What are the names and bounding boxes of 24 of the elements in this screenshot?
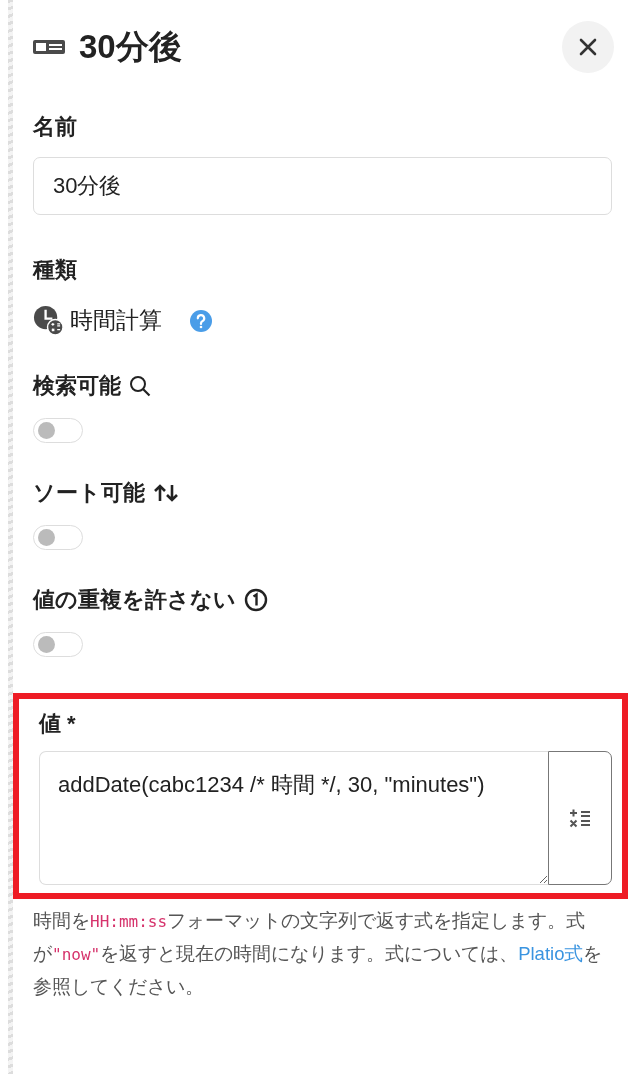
sort-arrows-icon (153, 483, 179, 503)
toggle-switch[interactable] (33, 632, 83, 657)
toggle-switch[interactable] (33, 525, 83, 550)
formula-button[interactable] (548, 751, 612, 885)
help-icon[interactable] (190, 309, 212, 332)
clock-calculator-icon (33, 305, 64, 336)
calculator-icon (569, 808, 591, 828)
field-label: ソート可能 (33, 479, 145, 507)
type-value: 時間計算 (70, 306, 162, 335)
field-label: 値の重複を許さない (33, 586, 236, 614)
search-icon (129, 375, 151, 397)
field-label: 検索可能 (33, 372, 121, 400)
close-button[interactable] (562, 21, 614, 73)
help-text: 時間をHH:mm:ssフォーマットの文字列で返す式を指定します。式が"now"を返すと現在の時間になります。式については、Platio式を参照してください。 (33, 909, 604, 999)
numbered-circle-icon (244, 588, 268, 612)
id-card-icon (33, 40, 65, 54)
panel-title: 30分後 (79, 26, 183, 67)
field-label: 値 * (39, 710, 76, 738)
field-label: 種類 (33, 256, 77, 284)
close-icon (578, 37, 598, 57)
field-label: 名前 (33, 113, 77, 141)
name-input[interactable]: 30分後 (33, 157, 612, 215)
toggle-switch[interactable] (33, 418, 83, 443)
expression-input[interactable]: addDate(cabc1234 /* 時間 */, 30, "minutes") (39, 751, 548, 885)
